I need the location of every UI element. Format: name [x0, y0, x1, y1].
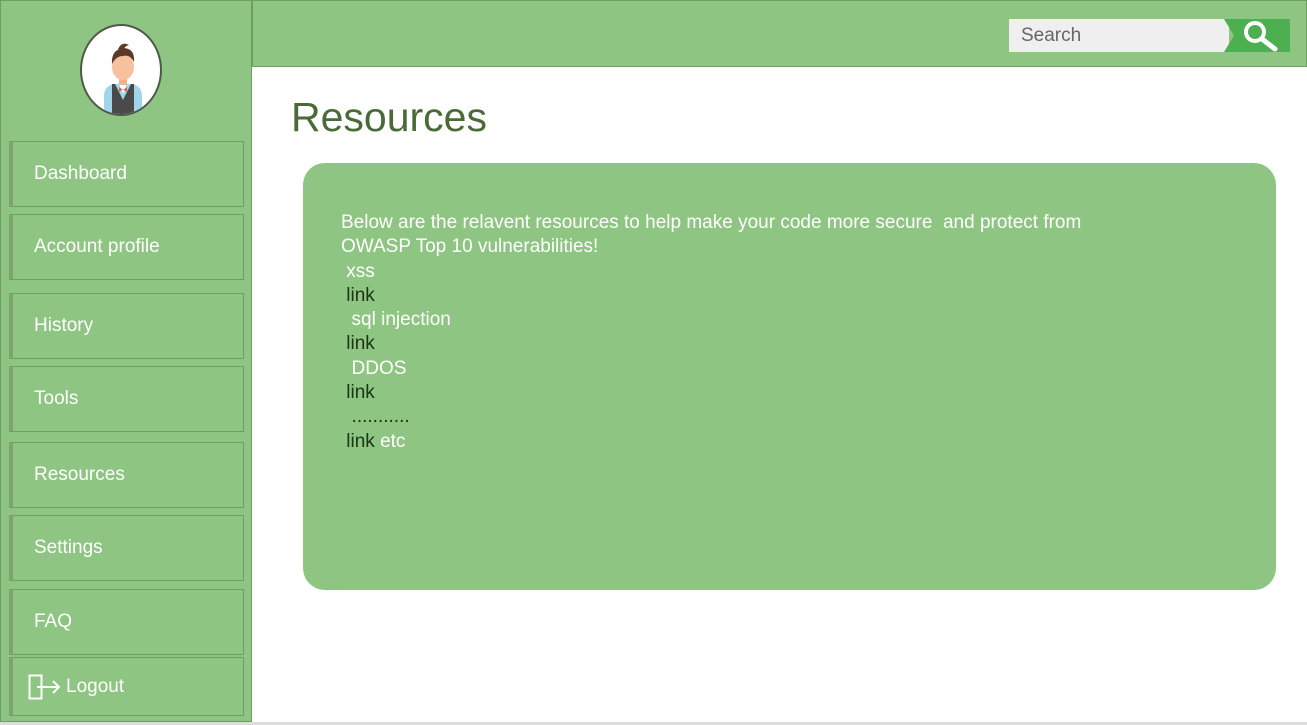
resource-name-more: ........... — [341, 406, 410, 428]
sidebar-item-label: History — [34, 315, 94, 336]
sidebar-item-label: Tools — [34, 388, 79, 409]
sidebar-item-settings[interactable]: Settings — [9, 515, 244, 581]
logout-button[interactable]: Logout — [9, 657, 244, 716]
resource-link-ddos[interactable]: link — [346, 382, 375, 403]
sidebar-item-label: FAQ — [34, 611, 73, 632]
resources-text: Below are the relavent resources to help… — [341, 211, 1221, 454]
intro-text: Below are the relavent resources to help… — [341, 212, 1082, 233]
sidebar-item-resources[interactable]: Resources — [9, 442, 244, 508]
sidebar-item-label: Account profile — [34, 236, 160, 257]
resource-name-ddos: DDOS — [341, 357, 407, 379]
intro-text: OWASP Top 10 vulnerabilities! — [341, 236, 599, 258]
user-avatar[interactable] — [80, 24, 162, 116]
logout-label: Logout — [66, 675, 125, 697]
sidebar-item-account-profile[interactable]: Account profile — [9, 214, 244, 280]
sidebar-item-faq[interactable]: FAQ — [9, 589, 244, 655]
sidebar-item-history[interactable]: History — [9, 293, 244, 359]
logout-icon — [28, 674, 61, 699]
sidebar-item-dashboard[interactable]: Dashboard — [9, 141, 244, 207]
search-input[interactable] — [1009, 19, 1229, 52]
etc-text: etc — [374, 430, 406, 452]
resource-name-sql-injection: sql injection — [341, 309, 451, 331]
resource-link-sql-injection[interactable]: link — [346, 333, 375, 354]
sidebar-item-label: Resources — [34, 464, 125, 485]
waiter-avatar-icon — [104, 43, 142, 114]
resource-link-more[interactable]: link — [346, 431, 375, 452]
sidebar-item-tools[interactable]: Tools — [9, 366, 244, 432]
sidebar-item-label: Dashboard — [34, 163, 127, 184]
resource-name-xss: xss — [341, 260, 375, 282]
page-title: Resources — [291, 94, 487, 140]
sidebar: Dashboard Account profile History Tools … — [0, 0, 252, 722]
resource-link-xss[interactable]: link — [346, 285, 375, 306]
sidebar-item-label: Settings — [34, 537, 103, 558]
